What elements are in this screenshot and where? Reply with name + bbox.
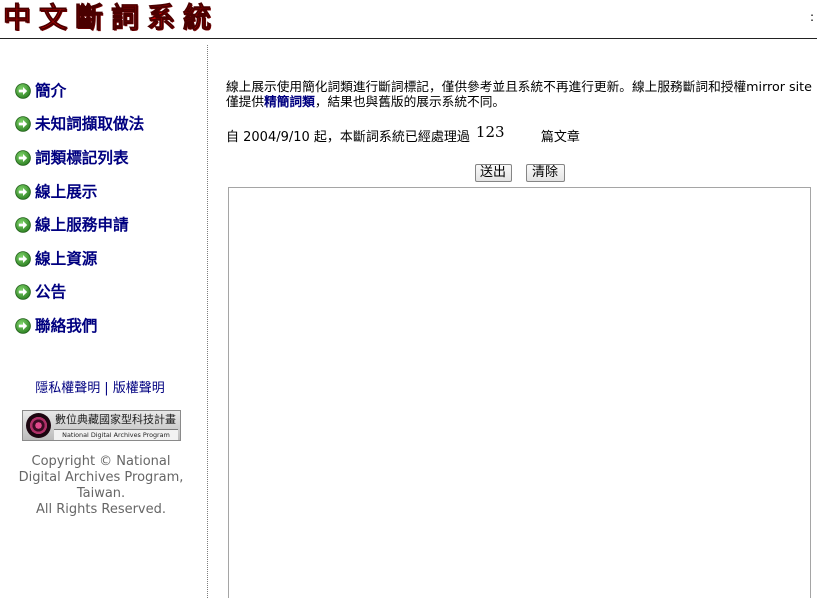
copyright-notice: Copyright © National Digital Archives Pr… — [0, 454, 202, 518]
sidebar-divider — [207, 45, 208, 598]
demo-notice: 線上展示使用簡化詞類進行斷詞標記，僅供參考並且系統不再進行更新。線上服務斷詞和授… — [226, 79, 812, 109]
green-arrow-circle-icon — [15, 318, 31, 334]
header-divider — [0, 38, 817, 39]
sidebar-item-online-resources[interactable]: 線上資源 — [0, 242, 200, 276]
sidebar-item-announcements[interactable]: 公告 — [0, 276, 200, 310]
copyright-line: All Rights Reserved. — [35, 502, 167, 517]
sidebar-item-online-demo[interactable]: 線上展示 — [0, 175, 200, 209]
text-input-area[interactable] — [228, 187, 811, 598]
copyright-line: Copyright © National — [31, 454, 171, 469]
sidebar-item-label: 詞類標記列表 — [35, 148, 129, 167]
form-buttons: 送出 清除 — [228, 164, 811, 182]
copyright-link[interactable]: 版權聲明 — [113, 381, 165, 396]
sidebar-item-label: 簡介 — [35, 81, 67, 100]
green-arrow-circle-icon — [15, 116, 31, 133]
green-arrow-circle-icon — [15, 150, 31, 166]
nda-program-logo[interactable]: 數位典藏國家型科技計畫 National Digital Archives Pr… — [22, 410, 181, 441]
nda-emblem-icon — [26, 413, 51, 438]
legal-separator: | — [104, 381, 109, 396]
legal-links: 隱私權聲明 | 版權聲明 — [0, 381, 200, 397]
green-arrow-circle-icon — [15, 284, 31, 301]
green-arrow-circle-icon — [15, 183, 31, 200]
article-counter: 123 — [475, 123, 505, 141]
logo-subtitle: National Digital Archives Program — [54, 429, 178, 440]
sidebar-nav: 簡介 未知詞擷取做法 詞類標記列表 線上展示 線上服務申請 線上資源 公告 聯絡… — [0, 74, 200, 343]
sidebar-item-unknown-word-extraction[interactable]: 未知詞擷取做法 — [0, 108, 200, 142]
stats-suffix: 篇文章 — [540, 130, 580, 145]
sidebar-item-label: 線上資源 — [35, 249, 98, 268]
sidebar-item-label: 線上服務申請 — [35, 216, 129, 235]
site-title: 中文斷詞系統 — [3, 1, 220, 34]
green-arrow-circle-icon — [15, 82, 31, 99]
green-arrow-circle-icon — [15, 250, 31, 267]
sidebar-item-contact-us[interactable]: 聯絡我們 — [0, 309, 200, 343]
sidebar-item-pos-tag-list[interactable]: 詞類標記列表 — [0, 141, 200, 175]
simplified-tagset-link[interactable]: 精簡詞類 — [264, 94, 315, 109]
logo-title: 數位典藏國家型科技計畫 — [55, 413, 176, 426]
sidebar-item-intro[interactable]: 簡介 — [0, 74, 200, 108]
processed-count-line: 自 2004/9/10 起，本斷詞系統已經處理過 123 篇文章 — [226, 124, 580, 146]
sidebar-item-label: 未知詞擷取做法 — [35, 115, 145, 134]
sidebar-item-service-application[interactable]: 線上服務申請 — [0, 208, 200, 242]
copyright-line: Digital Archives Program, — [18, 470, 184, 485]
sidebar-item-label: 公告 — [35, 283, 67, 302]
sidebar-item-label: 線上展示 — [35, 182, 98, 201]
notice-text: ，結果也與舊版的展示系統不同。 — [314, 94, 506, 109]
submit-button[interactable]: 送出 — [474, 164, 512, 182]
green-arrow-circle-icon — [15, 217, 31, 233]
clear-button[interactable]: 清除 — [525, 164, 565, 182]
sidebar-item-label: 聯絡我們 — [35, 316, 98, 335]
privacy-link[interactable]: 隱私權聲明 — [35, 381, 100, 396]
copyright-line: Taiwan. — [76, 486, 126, 501]
stats-prefix: 自 2004/9/10 起，本斷詞系統已經處理過 — [226, 130, 470, 145]
header-corner-text: : — [810, 10, 815, 24]
